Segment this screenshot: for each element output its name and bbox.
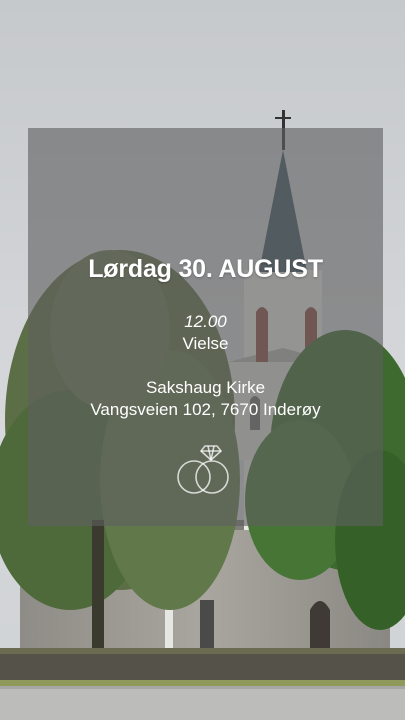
wedding-rings-icon [177, 445, 229, 494]
venue-address: Vangsveien 102, 7670 Inderøy [90, 400, 321, 419]
ceremony-label: Vielse [182, 334, 229, 353]
venue-name: Sakshaug Kirke [145, 378, 266, 397]
ceremony-time: 12.00 [184, 312, 227, 331]
wedding-date: Lørdag 30. AUGUST [88, 255, 323, 283]
invitation-details: Lørdag 30. AUGUST 12.00 Vielse Sakshaug … [28, 128, 383, 526]
